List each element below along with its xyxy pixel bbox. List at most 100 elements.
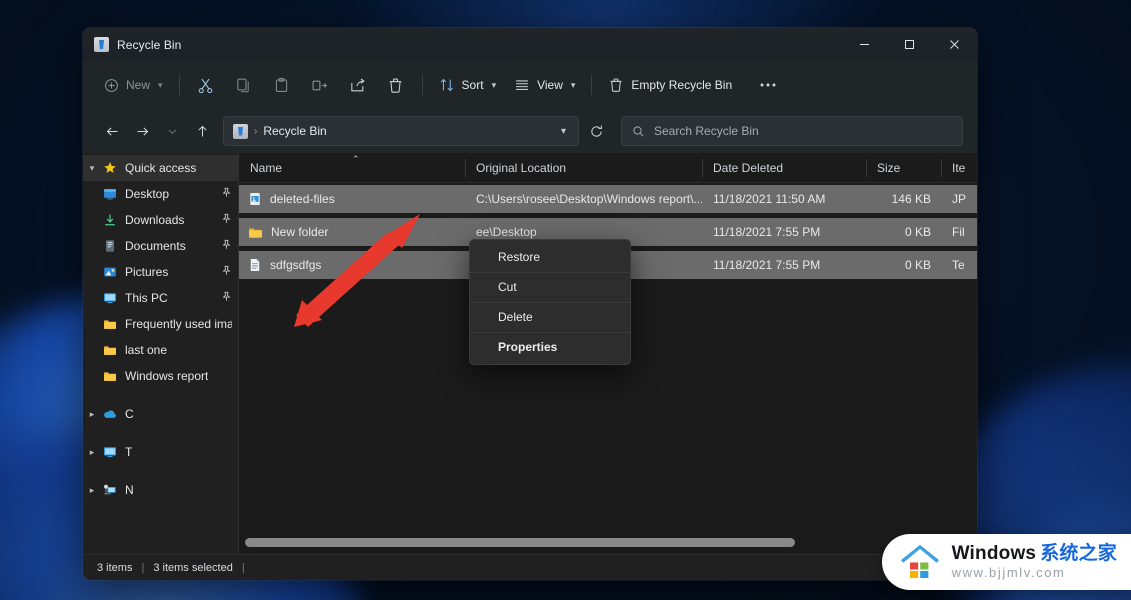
windows-house-logo	[900, 544, 939, 579]
context-menu-item-properties[interactable]: Properties	[470, 332, 630, 362]
new-button[interactable]: New ▾	[95, 69, 172, 101]
cell-date-deleted: 11/18/2021 7:55 PM	[713, 258, 821, 272]
column-header-original-location[interactable]: Original Location	[465, 153, 702, 183]
column-header-label: Date Deleted	[713, 160, 784, 175]
column-header-item-type[interactable]: Ite	[941, 153, 977, 183]
toolbar-separator-1	[178, 75, 180, 95]
scrollbar-thumb[interactable]	[245, 538, 796, 547]
sidebar-item-label: last one	[125, 343, 168, 357]
sidebar-item-windows-report[interactable]: Windows report	[83, 363, 238, 389]
sort-button[interactable]: Sort ▾	[430, 69, 506, 101]
sidebar-item-pictures[interactable]: Pictures	[83, 259, 238, 285]
empty-recycle-bin-button[interactable]: Empty Recycle Bin	[599, 69, 741, 101]
view-button[interactable]: View ▾	[505, 69, 584, 101]
command-bar: New ▾ Sort ▾ View ▾ Empty Recycle Bin	[83, 61, 977, 109]
recycle-bin-icon	[94, 37, 109, 52]
breadcrumb-current[interactable]: Recycle Bin	[263, 124, 326, 138]
sidebar-item-label: Downloads	[125, 213, 185, 227]
cell-name: sdfgsdfgs	[239, 258, 465, 272]
search-placeholder: Search Recycle Bin	[654, 124, 759, 138]
pin-icon[interactable]	[217, 187, 232, 201]
chevron-right-icon[interactable]: ▸	[83, 485, 101, 496]
cut-button[interactable]	[187, 69, 225, 101]
title-bar-left: Recycle Bin	[83, 37, 181, 52]
context-menu-item-label: Cut	[498, 280, 517, 294]
pin-icon[interactable]	[217, 265, 232, 279]
chevron-right-icon[interactable]: ▸	[83, 447, 101, 458]
sidebar-item-downloads[interactable]: Downloads	[83, 207, 238, 233]
sidebar-item-onedrive[interactable]: ▸ C	[83, 401, 238, 427]
forward-button[interactable]	[127, 116, 157, 146]
selected-count: 3 items selected	[153, 561, 233, 574]
chevron-down-icon: ▾	[570, 79, 576, 90]
see-more-button[interactable]	[749, 69, 787, 101]
file-name: New folder	[271, 225, 329, 239]
pin-icon[interactable]	[217, 239, 232, 253]
horizontal-scrollbar[interactable]	[245, 538, 969, 547]
sidebar-gap-2	[83, 427, 238, 439]
minimize-button[interactable]	[842, 28, 887, 61]
sidebar-item-this-pc-root[interactable]: ▸ T	[83, 439, 238, 465]
context-menu-item-delete[interactable]: Delete	[470, 302, 630, 332]
refresh-button[interactable]	[581, 116, 611, 146]
folder-icon	[248, 225, 263, 240]
delete-button[interactable]	[377, 69, 415, 101]
copy-button[interactable]	[225, 69, 263, 101]
chevron-down-icon: ▾	[491, 79, 497, 90]
column-header-size[interactable]: Size	[866, 153, 941, 183]
sidebar-item-label: C	[125, 407, 134, 421]
chevron-down-icon[interactable]: ▾	[83, 163, 101, 174]
context-menu-item-label: Delete	[498, 310, 533, 324]
recycle-bin-icon	[233, 123, 248, 139]
rename-button[interactable]	[301, 69, 339, 101]
desktop: Recycle Bin New ▾ Sort ▾ View ▾ Empty Re…	[0, 0, 1131, 600]
sidebar-item-documents[interactable]: Documents	[83, 233, 238, 259]
context-menu-item-cut[interactable]: Cut	[470, 272, 630, 302]
sidebar-item-frequently-used-images[interactable]: Frequently used ima	[83, 311, 238, 337]
file-explorer-window: Recycle Bin New ▾ Sort ▾ View ▾ Empty Re…	[83, 28, 977, 580]
window-title: Recycle Bin	[117, 37, 182, 52]
up-button[interactable]	[187, 116, 217, 146]
paste-button[interactable]	[263, 69, 301, 101]
context-menu-item-label: Properties	[498, 340, 558, 354]
file-name: sdfgsdfgs	[270, 258, 322, 272]
search-input[interactable]: Search Recycle Bin	[621, 116, 963, 146]
sort-icon	[439, 77, 455, 93]
chevron-down-icon: ▾	[158, 79, 163, 90]
sidebar-item-label: Windows report	[125, 369, 209, 383]
chevron-down-icon[interactable]: ▾	[555, 126, 572, 137]
pin-icon[interactable]	[217, 213, 232, 227]
sidebar-item-quick-access[interactable]: ▾ Quick access	[83, 155, 238, 181]
close-button[interactable]	[932, 28, 977, 61]
sidebar-item-label: N	[125, 483, 134, 497]
recent-locations-button[interactable]	[157, 116, 187, 146]
sort-button-label: Sort	[461, 78, 484, 92]
sidebar-item-last-one[interactable]: last one	[83, 337, 238, 363]
status-divider: |	[141, 561, 145, 574]
table-row[interactable]: deleted-files C:\Users\rosee\Desktop\Win…	[239, 185, 977, 213]
maximize-button[interactable]	[887, 28, 932, 61]
sidebar-item-this-pc[interactable]: This PC	[83, 285, 238, 311]
chevron-right-icon[interactable]: ▸	[83, 409, 101, 420]
empty-recycle-bin-label: Empty Recycle Bin	[631, 78, 733, 92]
folder-icon	[101, 369, 119, 383]
column-header-name[interactable]: Name ⌃	[239, 153, 465, 183]
sidebar-item-label: T	[125, 445, 133, 459]
scissors-icon	[197, 77, 214, 94]
cell-original-location: ee\Desktop	[476, 225, 537, 239]
sidebar-item-label: Desktop	[125, 187, 170, 201]
copy-icon	[235, 77, 252, 94]
plus-circle-icon	[104, 78, 119, 93]
pin-icon[interactable]	[217, 291, 232, 305]
window-controls	[842, 28, 977, 61]
sidebar-item-network[interactable]: ▸ N	[83, 477, 238, 503]
cell-size: 146 KB	[891, 192, 931, 206]
breadcrumb[interactable]: › Recycle Bin ▾	[223, 116, 579, 146]
status-bar: 3 items | 3 items selected |	[83, 554, 977, 580]
cell-item-type: JP	[952, 192, 967, 206]
back-button[interactable]	[97, 116, 127, 146]
column-header-date-deleted[interactable]: Date Deleted	[702, 153, 866, 183]
sidebar-item-desktop[interactable]: Desktop	[83, 181, 238, 207]
context-menu-item-restore[interactable]: Restore	[470, 242, 630, 272]
share-button[interactable]	[339, 69, 377, 101]
